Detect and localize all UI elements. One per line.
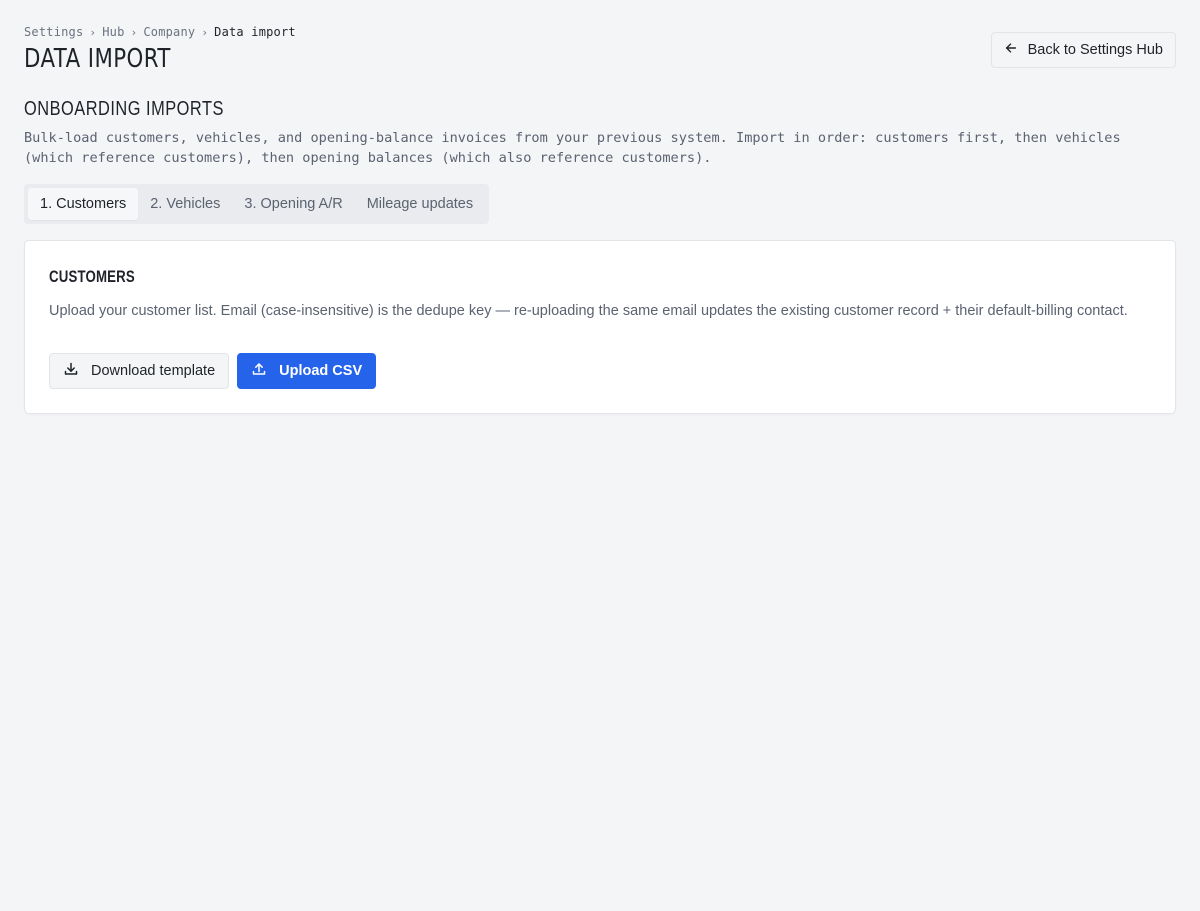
arrow-left-icon [1004, 41, 1018, 59]
breadcrumb-company[interactable]: Company [143, 25, 195, 39]
breadcrumb-hub[interactable]: Hub [102, 25, 124, 39]
tab-opening-ar[interactable]: 3. Opening A/R [232, 188, 354, 220]
import-tabs: 1. Customers 2. Vehicles 3. Opening A/R … [24, 184, 490, 224]
download-template-button[interactable]: Download template [49, 353, 230, 389]
card-description: Upload your customer list. Email (case-i… [49, 303, 1128, 319]
breadcrumb-current: Data import [214, 25, 296, 39]
breadcrumb-separator: › [130, 25, 138, 39]
upload-icon [251, 361, 267, 381]
page-title: DATA IMPORT [24, 44, 171, 74]
upload-csv-label: Upload CSV [279, 363, 363, 379]
breadcrumb: Settings › Hub › Company › Data import [24, 24, 296, 40]
card-title: CUSTOMERS [49, 267, 135, 286]
upload-csv-button[interactable]: Upload CSV [237, 353, 377, 389]
page: Settings › Hub › Company › Data import D… [0, 0, 1200, 911]
section-description: Bulk-load customers, vehicles, and openi… [24, 130, 1121, 166]
breadcrumb-separator: › [89, 25, 97, 39]
download-icon [63, 361, 79, 381]
back-to-settings-hub-button[interactable]: Back to Settings Hub [990, 32, 1176, 68]
breadcrumb-settings[interactable]: Settings [24, 25, 83, 39]
download-template-label: Download template [91, 363, 216, 379]
breadcrumb-separator: › [201, 25, 209, 39]
tab-vehicles[interactable]: 2. Vehicles [138, 188, 232, 220]
section-title: ONBOARDING IMPORTS [24, 98, 224, 120]
back-button-label: Back to Settings Hub [1027, 42, 1163, 58]
customers-card: CUSTOMERS Upload your customer list. Ema… [24, 240, 1176, 414]
tab-mileage-updates[interactable]: Mileage updates [355, 188, 485, 220]
tab-customers[interactable]: 1. Customers [28, 188, 139, 220]
card-actions: Download template Upload CSV [49, 353, 377, 389]
